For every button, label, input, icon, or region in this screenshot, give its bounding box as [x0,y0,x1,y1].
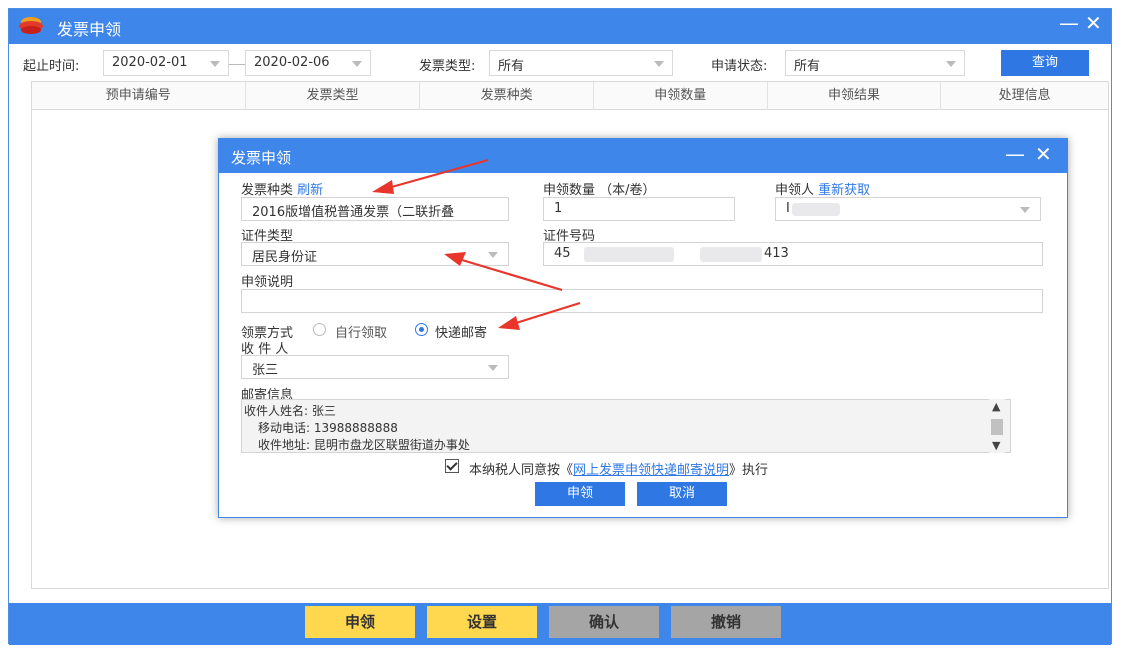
agree-prefix: 本纳税人同意按《 [469,463,574,478]
start-date-value: 2020-02-01 [112,55,188,70]
invoice-kind-value: 2016版增值税普通发票（二联折叠 [252,205,455,220]
id-number-input[interactable]: 45 413 [543,242,1043,266]
invoice-type-label: 发票类型: [419,59,476,74]
recipient-value: 张三 [252,363,279,378]
applicant-label: 申领人 重新获取 [775,179,870,198]
self-pickup-label[interactable]: 自行领取 [335,322,387,341]
mail-info-line: 收件人姓名: 张三 [244,404,336,418]
column-header[interactable]: 发票种类 [420,82,594,110]
radio-self-pickup[interactable] [313,323,326,336]
apply-status-select[interactable]: 所有 [785,50,965,76]
title-bar: 发票申领 — ✕ [9,9,1111,44]
column-header[interactable]: 预申请编号 [32,82,246,110]
app-logo-icon [19,17,43,34]
date-range-separator [229,64,245,65]
chevron-down-icon [210,61,220,67]
apply-quantity-value: 1 [554,201,563,216]
agree-checkbox[interactable] [445,459,459,473]
apply-status-label: 申请状态: [711,59,768,74]
chevron-down-icon [946,61,956,67]
column-header[interactable]: 申领数量 [594,82,768,110]
query-button[interactable]: 查询 [1001,50,1089,76]
settings-button[interactable]: 设置 [427,606,537,638]
apply-note-label: 申领说明 [241,275,294,290]
minimize-icon[interactable]: — [1005,142,1025,166]
express-mail-label[interactable]: 快递邮寄 [435,322,487,341]
express-terms-link[interactable]: 网上发票申领快递邮寄说明 [573,463,729,478]
invoice-type-value: 所有 [498,59,525,74]
apply-dialog: 发票申领 — ✕ 发票种类 刷新 2016版增值税普通发票（二联折叠 申领数量 … [218,138,1068,518]
column-header[interactable]: 发票类型 [246,82,421,110]
column-header[interactable]: 申领结果 [768,82,942,110]
confirm-button[interactable]: 确认 [549,606,659,638]
chevron-down-icon [488,252,498,258]
recipient-select[interactable]: 张三 [241,355,509,379]
invoice-type-select[interactable]: 所有 [489,50,673,76]
chevron-down-icon [488,365,498,371]
mail-info-box[interactable]: 收件人姓名: 张三 移动电话: 13988888888 收件地址: 昆明市盘龙区… [241,399,1011,453]
dialog-cancel-button[interactable]: 取消 [637,482,727,506]
column-header[interactable]: 处理信息 [941,82,1108,110]
scroll-down-icon[interactable]: ▼ [992,439,1000,452]
apply-note-input[interactable] [241,289,1043,313]
scroll-up-icon[interactable]: ▲ [992,400,1000,413]
invoice-kind-label-text: 发票种类 [241,183,294,198]
scroll-thumb[interactable] [991,419,1003,435]
redacted-mask [700,247,762,262]
apply-quantity-input[interactable]: 1 [543,197,735,221]
radio-express-mail[interactable] [415,323,428,336]
date-range-label: 起止时间: [23,59,80,74]
chevron-down-icon [654,61,664,67]
id-type-value: 居民身份证 [252,250,318,265]
end-date-value: 2020-02-06 [254,55,330,70]
mail-info-line: 收件地址: 昆明市盘龙区联盟街道办事处 [258,438,470,452]
id-number-prefix: 45 [554,246,571,261]
apply-button[interactable]: 申领 [305,606,415,638]
close-icon[interactable]: ✕ [1035,142,1052,166]
id-type-select[interactable]: 居民身份证 [241,242,509,266]
start-date-input[interactable]: 2020-02-01 [103,50,229,76]
applicant-select[interactable]: I [775,197,1041,221]
bottom-toolbar: 申领 设置 确认 撤销 [9,603,1111,645]
dialog-title-bar: 发票申领 — ✕ [219,139,1067,173]
apply-status-value: 所有 [794,59,821,74]
filter-bar: 起止时间: 2020-02-01 2020-02-06 发票类型: 所有 申请状… [9,44,1111,84]
applicant-value: I [786,201,790,216]
applicant-label-text: 申领人 [775,183,815,198]
id-number-suffix: 413 [764,246,789,261]
refresh-link[interactable]: 刷新 [297,183,323,198]
apply-quantity-label: 申领数量 （本/卷） [543,183,656,198]
redacted-mask [584,247,674,262]
mail-info-scrollbar[interactable]: ▲ ▼ [989,399,1005,453]
window-title: 发票申领 [57,20,122,39]
mail-info-line: 移动电话: 13988888888 [258,421,398,435]
invoice-kind-select[interactable]: 2016版增值税普通发票（二联折叠 [241,197,509,221]
agree-suffix: 》执行 [729,463,769,478]
dialog-apply-button[interactable]: 申领 [535,482,625,506]
minimize-icon[interactable]: — [1059,11,1079,35]
reacquire-link[interactable]: 重新获取 [818,183,870,198]
chevron-down-icon [1020,207,1030,213]
redacted-mask [792,203,840,216]
dialog-title: 发票申领 [231,149,292,167]
end-date-input[interactable]: 2020-02-06 [245,50,371,76]
invoice-kind-label: 发票种类 刷新 [241,179,323,198]
table-header: 预申请编号 发票类型 发票种类 申领数量 申领结果 处理信息 [32,82,1108,110]
agree-text: 本纳税人同意按《网上发票申领快递邮寄说明》执行 [469,459,768,478]
chevron-down-icon [352,61,362,67]
close-icon[interactable]: ✕ [1085,11,1102,35]
revoke-button[interactable]: 撤销 [671,606,781,638]
